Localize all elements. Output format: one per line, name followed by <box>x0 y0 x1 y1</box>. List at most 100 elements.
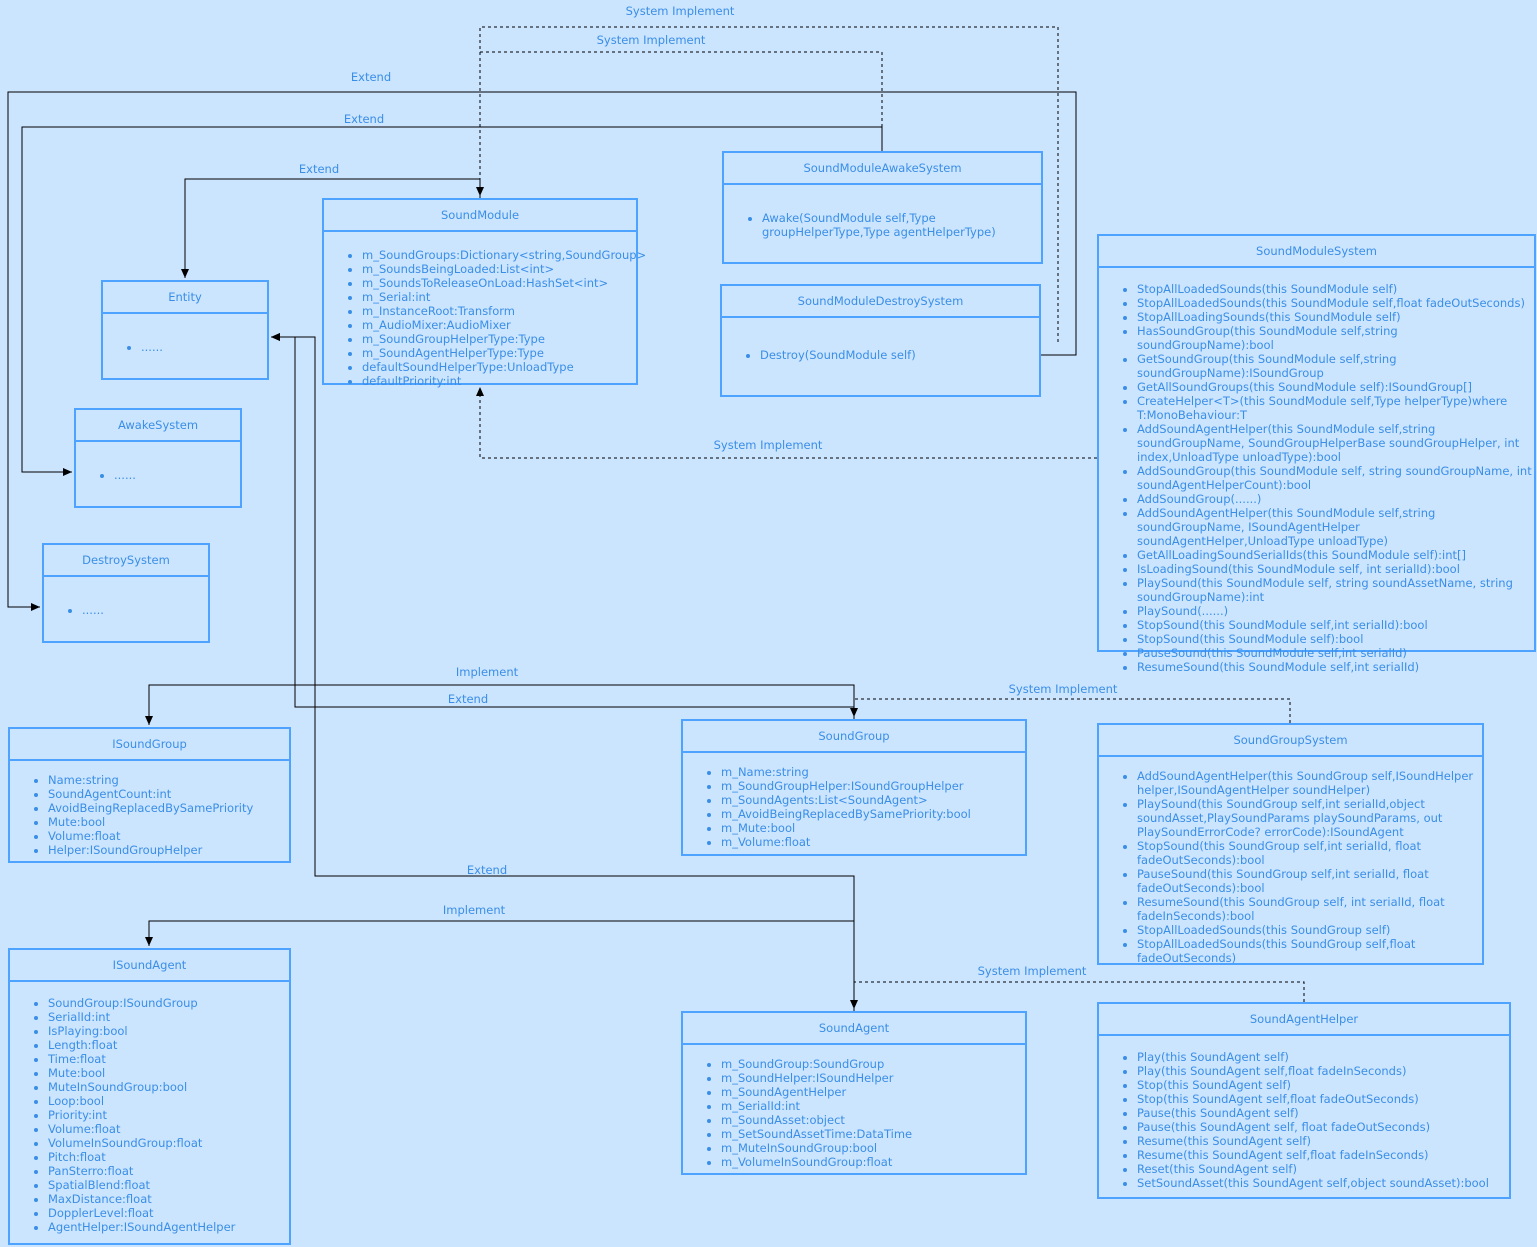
class-member: m_InstanceRoot:Transform <box>362 304 636 318</box>
class-member: m_SoundAgentHelper <box>721 1085 1025 1099</box>
sound-agent-class: SoundAgentm_SoundGroup:SoundGroupm_Sound… <box>681 1011 1027 1175</box>
class-member: SoundAgentCount:int <box>48 787 289 801</box>
class-member: Pause(this SoundAgent self) <box>1137 1106 1509 1120</box>
class-member: m_SoundGroups:Dictionary<string,SoundGro… <box>362 248 646 262</box>
class-member: m_SoundsBeingLoaded:List<int> <box>362 262 636 276</box>
class-member: CreateHelper<T>(this SoundModule self,Ty… <box>1137 394 1534 422</box>
class-title: SoundModuleSystem <box>1099 236 1534 268</box>
class-member: HasSoundGroup(this SoundModule self,stri… <box>1137 324 1534 352</box>
class-member: Volume:float <box>48 829 289 843</box>
sound-module-awake-system-class: SoundModuleAwakeSystem Awake(SoundModule … <box>722 151 1043 264</box>
class-member: Awake(SoundModule self,Type groupHelperT… <box>762 211 1011 239</box>
class-members: AddSoundAgentHelper(this SoundGroup self… <box>1099 757 1482 965</box>
class-member: GetAllLoadingSoundSerialIds(this SoundMo… <box>1137 548 1534 562</box>
class-members: SoundGroup:ISoundGroupSerialId:intIsPlay… <box>10 982 289 1234</box>
class-member: SetSoundAsset(this SoundAgent self,objec… <box>1137 1176 1509 1190</box>
class-member: m_Name:string <box>721 765 1025 779</box>
class-member: Reset(this SoundAgent self) <box>1137 1162 1509 1176</box>
link-label: Extend <box>466 863 508 877</box>
class-member: Mute:bool <box>48 1066 289 1080</box>
link-label: Extend <box>298 162 340 176</box>
class-title: SoundModuleDestroySystem <box>722 286 1039 318</box>
class-member: Loop:bool <box>48 1094 289 1108</box>
class-member: Resume(this SoundAgent self,float fadeIn… <box>1137 1148 1509 1162</box>
class-member: m_SerialId:int <box>721 1099 1025 1113</box>
class-members: Awake(SoundModule self,Type groupHelperT… <box>724 185 1041 239</box>
class-member: m_SoundGroup:SoundGroup <box>721 1057 1025 1071</box>
sound-group-system-class: SoundGroupSystem AddSoundAgentHelper(this… <box>1097 723 1484 965</box>
class-member: PauseSound(this SoundModule self,int ser… <box>1137 646 1534 660</box>
class-member: Volume:float <box>48 1122 289 1136</box>
class-title: DestroySystem <box>44 545 208 577</box>
class-member: SpatialBlend:float <box>48 1178 289 1192</box>
destroy-system-class: DestroySystem...... <box>42 543 210 643</box>
class-member: PlaySound(......) <box>1137 604 1534 618</box>
link-label: Implement <box>455 665 519 679</box>
link-label: System Implement <box>713 438 823 452</box>
class-member: Destroy(SoundModule self) <box>760 348 1009 362</box>
class-title: ISoundAgent <box>10 950 289 982</box>
class-member: m_SoundHelper:ISoundHelper <box>721 1071 1025 1085</box>
class-member: m_SoundAsset:object <box>721 1113 1025 1127</box>
class-member: m_Mute:bool <box>721 821 1025 835</box>
link-label: System Implement <box>1008 682 1118 696</box>
class-member: Time:float <box>48 1052 289 1066</box>
class-member: AddSoundGroup(this SoundModule self, str… <box>1137 464 1534 492</box>
class-member: AgentHelper:ISoundAgentHelper <box>48 1220 289 1234</box>
class-member: defaultPriority:int <box>362 374 636 388</box>
link-label: Extend <box>447 692 489 706</box>
class-member: m_AudioMixer:AudioMixer <box>362 318 636 332</box>
class-member: m_MuteInSoundGroup:bool <box>721 1141 1025 1155</box>
entity-class: Entity...... <box>101 280 269 380</box>
link-label: System Implement <box>596 33 706 47</box>
class-member: ...... <box>141 340 267 354</box>
class-member: Mute:bool <box>48 815 289 829</box>
class-member: StopAllLoadedSounds(this SoundGroup self… <box>1137 937 1482 965</box>
class-title: AwakeSystem <box>76 410 240 442</box>
class-member: StopAllLoadedSounds(this SoundGroup self… <box>1137 923 1482 937</box>
sound-module-class: SoundModule m_SoundGroups:Dictionary<stri… <box>322 198 646 388</box>
class-member: Play(this SoundAgent self,float fadeInSe… <box>1137 1064 1509 1078</box>
class-member: MuteInSoundGroup:bool <box>48 1080 289 1094</box>
class-title: Entity <box>103 282 267 314</box>
class-member: IsLoadingSound(this SoundModule self, in… <box>1137 562 1534 576</box>
class-member: AddSoundGroup(......) <box>1137 492 1534 506</box>
class-member: Stop(this SoundAgent self) <box>1137 1078 1509 1092</box>
link-label: Implement <box>442 903 506 917</box>
class-member: Name:string <box>48 773 289 787</box>
class-member: Resume(this SoundAgent self) <box>1137 1134 1509 1148</box>
sound-module-system-class: SoundModuleSystem StopAllLoadedSounds(thi… <box>1097 234 1536 674</box>
class-member: m_SoundGroupHelper:ISoundGroupHelper <box>721 779 1025 793</box>
class-members: Destroy(SoundModule self) <box>722 318 1039 362</box>
class-member: StopSound(this SoundModule self,int seri… <box>1137 618 1534 632</box>
class-title: SoundGroup <box>683 721 1025 753</box>
class-member: m_SoundAgents:List<SoundAgent> <box>721 793 1025 807</box>
class-member: m_VolumeInSoundGroup:float <box>721 1155 1025 1169</box>
class-title: SoundAgent <box>683 1013 1025 1045</box>
class-member: AddSoundAgentHelper(this SoundGroup self… <box>1137 769 1482 797</box>
awake-system-class: AwakeSystem...... <box>74 408 242 508</box>
uml-diagram: System Implement System Implement Extend… <box>0 0 1537 1247</box>
class-member: IsPlaying:bool <box>48 1024 289 1038</box>
class-member: AddSoundAgentHelper(this SoundModule sel… <box>1137 422 1534 464</box>
class-member: Helper:ISoundGroupHelper <box>48 843 289 857</box>
class-member: m_SetSoundAssetTime:DataTime <box>721 1127 1025 1141</box>
class-member: Pause(this SoundAgent self, float fadeOu… <box>1137 1120 1509 1134</box>
class-member: MaxDistance:float <box>48 1192 289 1206</box>
sound-agent-helper-class: SoundAgentHelperPlay(this SoundAgent sel… <box>1097 1002 1511 1199</box>
class-title: SoundModule <box>324 200 636 232</box>
class-members: m_SoundGroup:SoundGroupm_SoundHelper:ISo… <box>683 1045 1025 1169</box>
class-member: SerialId:int <box>48 1010 289 1024</box>
class-member: PanSterro:float <box>48 1164 289 1178</box>
class-member: StopAllLoadedSounds(this SoundModule sel… <box>1137 282 1534 296</box>
class-member: StopAllLoadedSounds(this SoundModule sel… <box>1137 296 1534 310</box>
link-label: Extend <box>350 70 392 84</box>
class-member: StopSound(this SoundModule self):bool <box>1137 632 1534 646</box>
isound-group-class: ISoundGroupName:stringSoundAgentCount:in… <box>8 727 291 863</box>
class-member: m_SoundsToReleaseOnLoad:HashSet<int> <box>362 276 636 290</box>
class-member: m_AvoidBeingReplacedBySamePriority:bool <box>721 807 1025 821</box>
class-member: Stop(this SoundAgent self,float fadeOutS… <box>1137 1092 1509 1106</box>
class-member: m_Volume:float <box>721 835 1025 849</box>
class-member: ResumeSound(this SoundGroup self, int se… <box>1137 895 1482 923</box>
class-member: Play(this SoundAgent self) <box>1137 1050 1509 1064</box>
